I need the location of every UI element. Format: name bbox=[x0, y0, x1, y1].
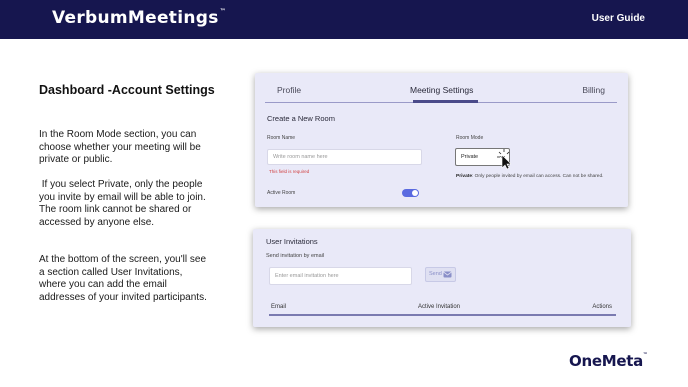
paragraph-invitations: At the bottom of the screen, you'll see … bbox=[39, 254, 207, 303]
room-mode-hint: Private: Only people invited by email ca… bbox=[456, 174, 606, 181]
send-invitation-label: Send invitation by email bbox=[266, 253, 325, 259]
room-mode-value: Private bbox=[461, 154, 479, 160]
invitations-title: User Invitations bbox=[266, 237, 318, 246]
tab-profile[interactable]: Profile bbox=[277, 85, 301, 95]
top-bar: VerbumMeetings™ User Guide bbox=[0, 0, 688, 39]
page-heading: Dashboard -Account Settings bbox=[39, 83, 215, 97]
paragraph-room-mode: In the Room Mode section, you can choose… bbox=[39, 129, 201, 166]
email-invitation-input[interactable]: Enter email invitation here bbox=[269, 267, 412, 285]
send-button-label: Send bbox=[429, 271, 442, 277]
send-button[interactable]: Send bbox=[425, 267, 456, 282]
room-name-error: This field is required bbox=[269, 169, 310, 174]
tab-billing[interactable]: Billing bbox=[582, 85, 605, 95]
table-header-divider bbox=[269, 314, 616, 316]
tab-meeting-settings[interactable]: Meeting Settings bbox=[410, 85, 473, 95]
room-mode-label: Room Mode bbox=[456, 135, 484, 141]
room-name-label: Room Name bbox=[267, 135, 296, 141]
onemeta-logo: OneMeta™ bbox=[569, 352, 648, 370]
active-tab-indicator bbox=[413, 100, 478, 103]
mouse-pointer-icon bbox=[497, 149, 511, 169]
settings-tabs: Profile Meeting Settings Billing bbox=[265, 83, 617, 103]
paragraph-private: If you select Private, only the people y… bbox=[39, 179, 209, 228]
logo-trademark: ™ bbox=[219, 8, 226, 15]
brand-trademark: ™ bbox=[642, 352, 648, 358]
active-room-label: Active Room bbox=[267, 190, 296, 196]
hint-text: : Only people invited by email can acces… bbox=[472, 174, 604, 179]
brand-text: OneMeta bbox=[569, 352, 643, 370]
user-invitations-card: User Invitations Send invitation by emai… bbox=[253, 229, 631, 327]
hint-bold: Private bbox=[456, 174, 472, 179]
meeting-settings-card: Profile Meeting Settings Billing Create … bbox=[255, 73, 628, 207]
create-room-title: Create a New Room bbox=[267, 114, 335, 123]
column-actions: Actions bbox=[592, 304, 612, 310]
column-active-invitation: Active Invitation bbox=[418, 304, 461, 310]
user-guide-link[interactable]: User Guide bbox=[592, 13, 645, 24]
verbum-meetings-logo[interactable]: VerbumMeetings™ bbox=[52, 8, 226, 28]
active-room-toggle[interactable] bbox=[402, 189, 419, 197]
room-name-input[interactable]: Write room name here bbox=[267, 149, 422, 165]
logo-text: VerbumMeetings bbox=[52, 8, 219, 28]
mail-icon bbox=[443, 271, 452, 278]
column-email: Email bbox=[271, 304, 287, 310]
